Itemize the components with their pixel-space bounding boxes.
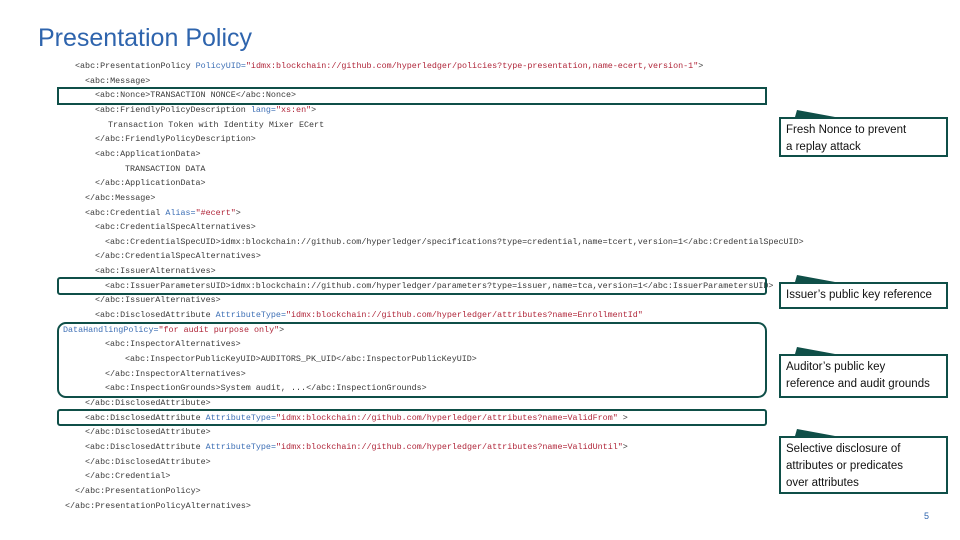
code-text: TRANSACTION DATA [125, 163, 206, 174]
code-line: </abc:PresentationPolicyAlternatives> [65, 499, 251, 514]
code-line: <abc:DisclosedAttribute AttributeType="i… [85, 440, 628, 455]
code-line: <abc:PresentationPolicy PolicyUID="idmx:… [75, 59, 703, 74]
code-tag: <abc:CredentialSpecAlternatives> [95, 222, 256, 233]
code-tag: </abc:Credential> [85, 471, 171, 482]
code-tag: <abc:Credential [85, 207, 166, 218]
code-tag: </abc:FriendlyPolicyDescription> [95, 134, 256, 145]
code-tag: > [311, 104, 317, 115]
code-line: </abc:FriendlyPolicyDescription> [95, 132, 256, 147]
code-attr: PolicyUID= [195, 61, 246, 71]
code-line: <abc:FriendlyPolicyDescription lang="xs:… [95, 103, 316, 118]
code-tag: </abc:CredentialSpecAlternatives> [95, 251, 261, 262]
callout-issuer: Issuer’s public key reference [779, 275, 948, 309]
code-tag: </abc:DisclosedAttribute> [85, 427, 211, 438]
code-line: </abc:ApplicationData> [95, 176, 206, 191]
code-tag: <abc:FriendlyPolicyDescription [95, 104, 251, 115]
code-tag: </abc:DisclosedAttribute> [85, 397, 211, 408]
highlight-issuer-parameters [57, 277, 767, 295]
code-attr: AttributeType= [215, 310, 286, 321]
page-number: 5 [924, 511, 930, 521]
code-tag: </abc:ApplicationData> [95, 178, 206, 189]
code-tag: <abc:Message> [85, 75, 151, 86]
code-line: Transaction Token with Identity Mixer EC… [108, 118, 324, 133]
code-val: "idmx:blockchain://github.com/hyperledge… [286, 310, 643, 321]
code-line: TRANSACTION DATA [125, 162, 205, 177]
code-line: </abc:DisclosedAttribute> [85, 455, 211, 470]
code-line: <abc:CredentialSpecUID>idmx:blockchain:/… [105, 235, 804, 250]
code-attr: Alias= [165, 207, 196, 218]
code-val: "xs:en" [275, 104, 312, 115]
callout-pointer [795, 110, 835, 117]
code-text: Transaction Token with Identity Mixer EC… [108, 119, 325, 130]
code-line: </abc:CredentialSpecAlternatives> [95, 249, 261, 264]
slide-title: Presentation Policy [38, 24, 253, 52]
callout-text: Auditor’s public key [786, 361, 886, 373]
code-line: <abc:CredentialSpecAlternatives> [95, 220, 256, 235]
code-line: </abc:Message> [85, 191, 155, 206]
code-tag: > [235, 207, 241, 218]
code-val: "idmx:blockchain://github.com/hyperledge… [276, 441, 623, 452]
callout-disclosure: Selective disclosure of attributes or pr… [779, 429, 948, 494]
callout-nonce: Fresh Nonce to prevent a replay attack [779, 110, 948, 157]
highlight-valid-from [57, 409, 767, 426]
code-val: "idmx:blockchain://github.com/hyperledge… [245, 61, 699, 71]
code-attr: AttributeType= [205, 441, 276, 452]
code-text: idmx:blockchain://github.com/hyperledger… [220, 236, 683, 247]
callout-text: over attributes [786, 477, 859, 489]
code-line: </abc:IssuerAlternatives> [95, 293, 221, 308]
code-tag: > [622, 441, 628, 452]
code-line: </abc:DisclosedAttribute> [85, 425, 211, 440]
code-tag: > [698, 61, 704, 71]
code-tag: </abc:CredentialSpecUID> [683, 236, 804, 247]
callout-auditor: Auditor’s public key reference and audit… [779, 347, 948, 398]
code-tag: <abc:DisclosedAttribute [95, 310, 216, 321]
callout-text: Selective disclosure of [786, 443, 901, 455]
callout-text: a replay attack [786, 141, 861, 153]
callout-pointer [795, 275, 835, 282]
code-tag: <abc:DisclosedAttribute [85, 441, 206, 452]
code-tag: <abc:PresentationPolicy [75, 61, 196, 71]
code-tag: </abc:DisclosedAttribute> [85, 456, 211, 467]
code-tag: </abc:PresentationPolicyAlternatives> [65, 500, 251, 511]
code-line: </abc:Credential> [85, 469, 170, 484]
callout-text: Fresh Nonce to prevent [786, 124, 907, 136]
callout-pointer [795, 347, 835, 354]
code-tag: </abc:IssuerAlternatives> [95, 295, 221, 306]
callout-pointer [795, 429, 835, 436]
highlight-inspector [57, 322, 767, 398]
code-line: <abc:Credential Alias="#ecert"> [85, 206, 241, 221]
callout-text: reference and audit grounds [786, 378, 930, 390]
callout-text: attributes or predicates [786, 460, 903, 472]
code-tag: </abc:PresentationPolicy> [75, 485, 201, 496]
highlight-nonce [57, 87, 767, 105]
code-line: </abc:PresentationPolicy> [75, 484, 201, 499]
code-line: <abc:DisclosedAttribute AttributeType="i… [95, 308, 643, 323]
code-tag: </abc:Message> [85, 192, 156, 203]
code-tag: <abc:IssuerAlternatives> [95, 266, 216, 277]
code-tag: <abc:CredentialSpecUID> [105, 236, 221, 247]
code-attr: lang= [250, 104, 276, 115]
code-tag: <abc:ApplicationData> [95, 148, 201, 159]
code-val: "#ecert" [195, 207, 236, 218]
code-line: <abc:ApplicationData> [95, 147, 201, 162]
callout-text: Issuer’s public key reference [786, 289, 932, 301]
